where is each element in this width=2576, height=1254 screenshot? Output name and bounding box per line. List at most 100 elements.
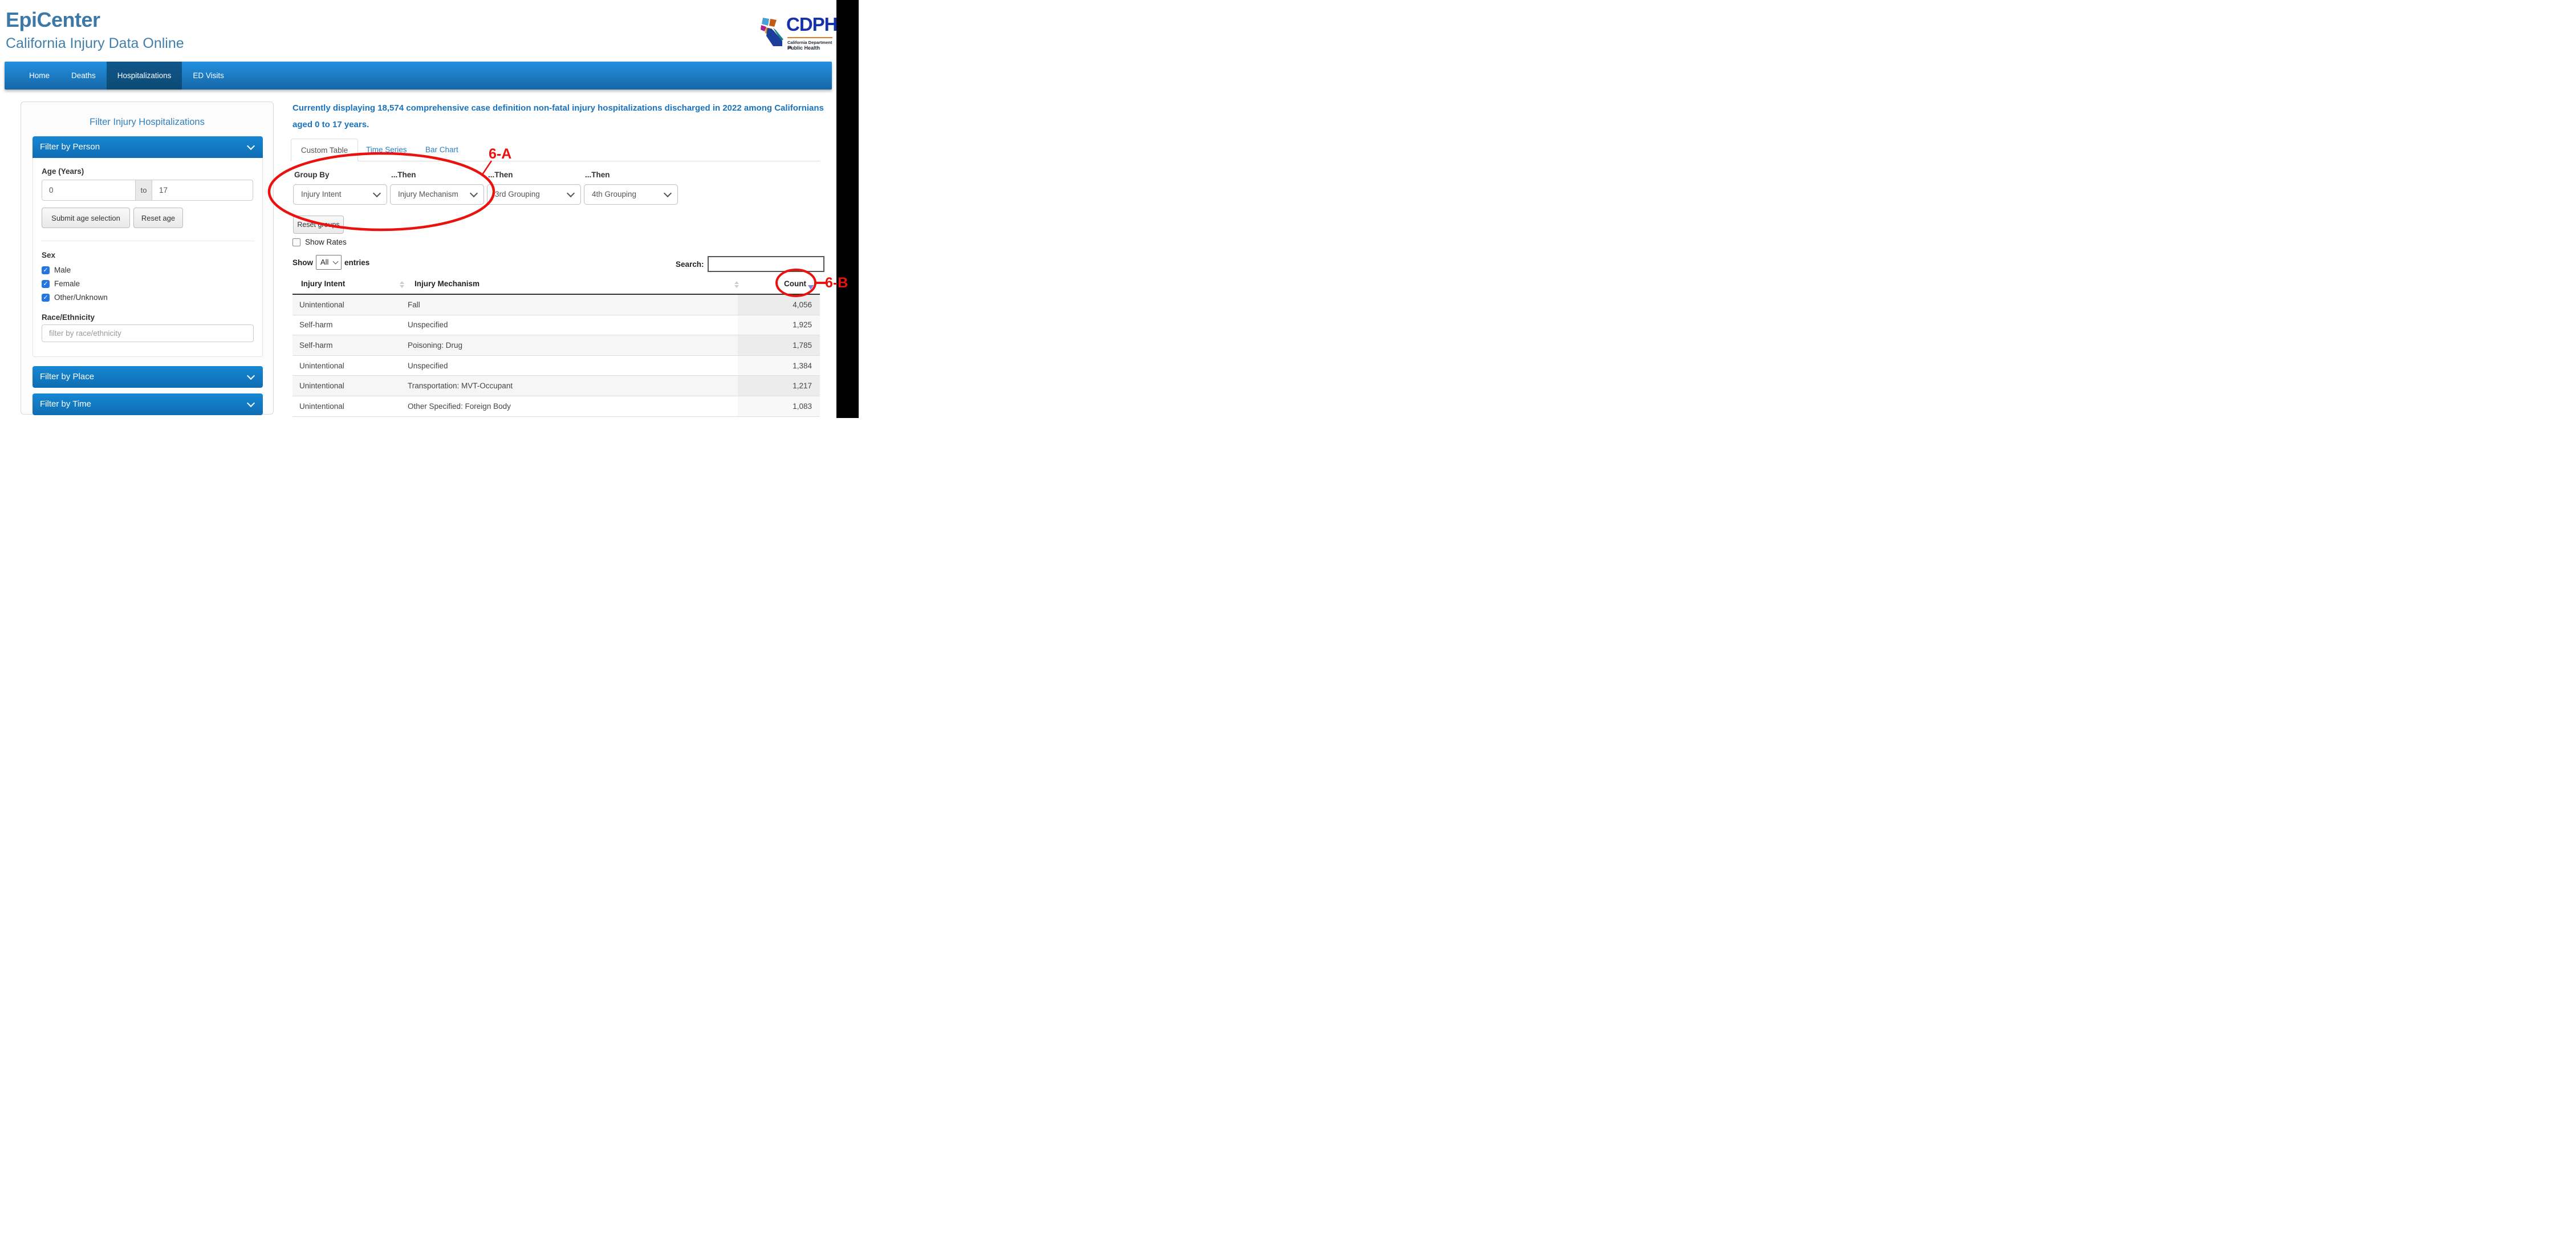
summary-text: Currently displaying 18,574 comprehensiv… — [292, 100, 827, 133]
chevron-down-icon — [247, 142, 255, 150]
checkbox-checked-icon[interactable]: ✓ — [42, 266, 50, 274]
reset-groups-button[interactable]: Reset groups — [293, 216, 344, 234]
results-table-body: Unintentional Fall 4,056 Self-harm Unspe… — [292, 295, 820, 417]
table-row[interactable]: Self-harm Poisoning: Drug 1,785 — [292, 335, 820, 356]
cell-injury-intent: Self-harm — [292, 341, 408, 350]
grouping-select-1[interactable]: Injury Intent — [293, 184, 387, 205]
screenshot-black-strip — [836, 0, 859, 418]
filter-panel: Filter Injury Hospitalizations Filter by… — [21, 102, 274, 415]
nav-item-deaths[interactable]: Deaths — [60, 62, 107, 90]
table-row[interactable]: Self-harm Unspecified 1,925 — [292, 315, 820, 336]
show-rates-control[interactable]: Show Rates — [292, 238, 347, 246]
chevron-down-icon — [247, 372, 255, 380]
age-range-row: to — [42, 180, 254, 201]
cell-injury-mechanism: Unspecified — [408, 362, 738, 370]
table-row[interactable]: Unintentional Fall 4,056 — [292, 295, 820, 315]
epicenter-page: EpiCenter California Injury Data Online … — [0, 0, 859, 418]
section-label: Filter by Place — [40, 372, 94, 382]
california-state-icon — [759, 18, 785, 47]
checkbox-unchecked-icon[interactable] — [292, 238, 300, 246]
cell-count: 1,217 — [738, 376, 820, 396]
annotation-label-6a: 6-A — [489, 146, 511, 163]
nav-item-hospitalizations[interactable]: Hospitalizations — [107, 62, 182, 90]
filter-by-person-body: Age (Years) to Submit age selection Rese… — [32, 158, 263, 357]
search-label: Search: — [676, 260, 704, 269]
cell-injury-mechanism: Other Specified: Foreign Body — [408, 402, 738, 411]
section-filter-by-time[interactable]: Filter by Time — [32, 393, 263, 415]
entries-suffix: entries — [344, 258, 369, 267]
cell-count: 1,785 — [738, 335, 820, 355]
chevron-down-icon — [470, 189, 478, 197]
cell-count: 1,083 — [738, 396, 820, 416]
age-to-connector: to — [135, 180, 152, 201]
tab-bar-chart[interactable]: Bar Chart — [425, 145, 458, 154]
sex-label: Sex — [42, 251, 55, 259]
sex-option-label: Other/Unknown — [54, 293, 108, 302]
main-nav: Home Deaths Hospitalizations ED Visits — [5, 62, 832, 90]
selected-value: Injury Intent — [301, 190, 342, 198]
sort-both-icon[interactable] — [734, 281, 739, 288]
age-buttons-row: Submit age selection Reset age — [42, 208, 183, 228]
table-row[interactable]: Unintentional Transportation: MVT-Occupa… — [292, 376, 820, 396]
race-ethnicity-input[interactable] — [42, 324, 254, 342]
submit-age-button[interactable]: Submit age selection — [42, 208, 130, 228]
selected-value: Injury Mechanism — [398, 190, 458, 198]
sex-option-label: Male — [54, 266, 71, 274]
cell-injury-intent: Unintentional — [292, 382, 408, 390]
cell-injury-intent: Unintentional — [292, 402, 408, 411]
show-rates-label: Show Rates — [305, 238, 347, 246]
chevron-down-icon — [567, 189, 575, 197]
grouping-select-2[interactable]: Injury Mechanism — [390, 184, 484, 205]
cell-count: 1,925 — [738, 315, 820, 335]
sex-option-other-unknown[interactable]: ✓ Other/Unknown — [42, 293, 108, 302]
tab-custom-table[interactable]: Custom Table — [291, 139, 358, 161]
table-row[interactable]: Unintentional Other Specified: Foreign B… — [292, 396, 820, 417]
sort-descending-icon[interactable] — [808, 285, 814, 290]
then-label-4: ...Then — [585, 171, 610, 179]
sex-option-male[interactable]: ✓ Male — [42, 266, 71, 274]
cell-injury-intent: Unintentional — [292, 362, 408, 370]
chevron-down-icon — [664, 189, 672, 197]
nav-item-home[interactable]: Home — [18, 62, 60, 90]
reset-age-button[interactable]: Reset age — [133, 208, 183, 228]
cell-count: 4,056 — [738, 295, 820, 315]
age-to-input[interactable] — [152, 180, 253, 201]
nav-item-ed-visits[interactable]: ED Visits — [182, 62, 235, 90]
selected-value: 4th Grouping — [592, 190, 636, 198]
cdph-orange-rule — [787, 37, 832, 38]
sort-both-icon[interactable] — [400, 281, 404, 288]
then-label-2: ...Then — [391, 171, 416, 179]
cell-count: 1,384 — [738, 356, 820, 376]
cell-injury-mechanism: Poisoning: Drug — [408, 341, 738, 350]
search-input[interactable] — [708, 256, 824, 272]
checkbox-checked-icon[interactable]: ✓ — [42, 294, 50, 302]
grouping-select-4[interactable]: 4th Grouping — [584, 184, 678, 205]
tab-time-series[interactable]: Time Series — [366, 145, 407, 154]
race-ethnicity-label: Race/Ethnicity — [42, 313, 95, 322]
chevron-down-icon — [247, 399, 255, 407]
column-header-count[interactable]: Count — [761, 279, 806, 288]
section-filter-by-person[interactable]: Filter by Person — [32, 136, 263, 158]
selected-value: 3rd Grouping — [495, 190, 540, 198]
entries-select[interactable]: All — [316, 255, 342, 270]
grouping-select-3[interactable]: 3rd Grouping — [487, 184, 581, 205]
age-from-input[interactable] — [42, 180, 136, 201]
filter-panel-title: Filter Injury Hospitalizations — [21, 117, 273, 128]
table-search: Search: — [676, 256, 824, 272]
entries-control: Show All entries — [292, 255, 369, 270]
cdph-org-line2: Public Health — [787, 45, 820, 51]
group-by-label: Group By — [294, 171, 330, 179]
entries-prefix: Show — [292, 258, 313, 267]
column-header-injury-mechanism[interactable]: Injury Mechanism — [415, 279, 480, 288]
then-label-3: ...Then — [488, 171, 513, 179]
section-label: Filter by Person — [40, 142, 100, 152]
cell-injury-mechanism: Fall — [408, 301, 738, 309]
sex-option-label: Female — [54, 279, 80, 288]
checkbox-checked-icon[interactable]: ✓ — [42, 280, 50, 288]
chevron-down-icon — [373, 189, 381, 197]
column-header-injury-intent[interactable]: Injury Intent — [301, 279, 345, 288]
cell-injury-mechanism: Transportation: MVT-Occupant — [408, 382, 738, 390]
section-filter-by-place[interactable]: Filter by Place — [32, 366, 263, 388]
sex-option-female[interactable]: ✓ Female — [42, 279, 80, 288]
table-row[interactable]: Unintentional Unspecified 1,384 — [292, 356, 820, 376]
